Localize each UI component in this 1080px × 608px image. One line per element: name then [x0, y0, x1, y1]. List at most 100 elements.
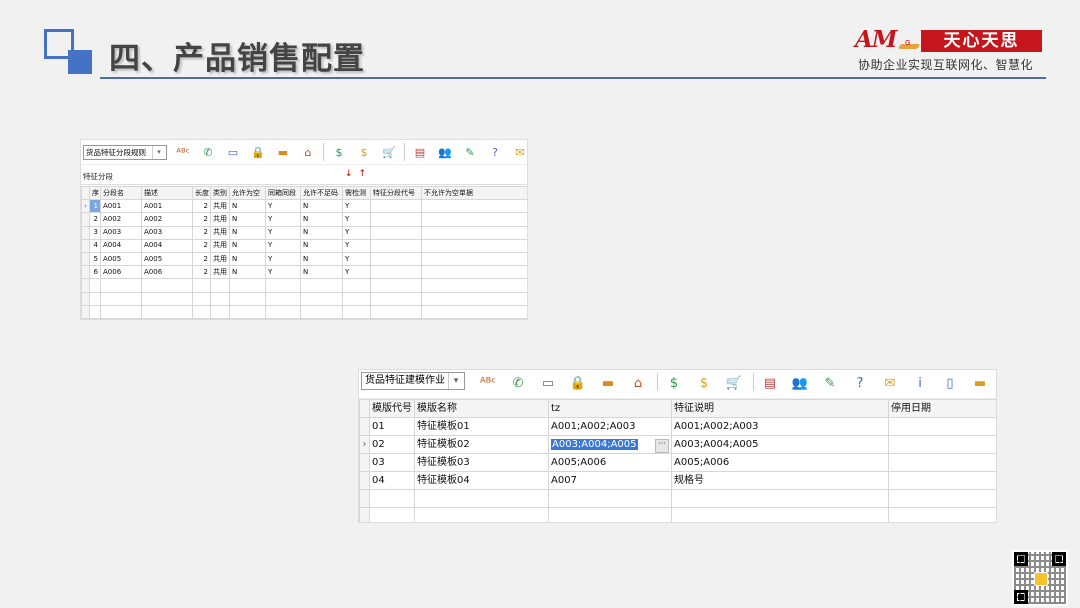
table-cell[interactable] — [370, 199, 422, 214]
table-cell[interactable]: A001 — [100, 199, 142, 214]
table-row[interactable]: › 02 特征模板02 ··· A003;A004;A005 A003;A004;A005 — [359, 435, 996, 454]
row-indicator[interactable] — [81, 265, 90, 280]
table-cell[interactable] — [210, 278, 230, 293]
table-cell[interactable] — [421, 278, 527, 293]
table-cell[interactable] — [369, 507, 415, 522]
table-cell[interactable] — [370, 212, 422, 227]
report-icon[interactable]: ▤ — [759, 372, 781, 394]
table-cell[interactable] — [100, 278, 142, 293]
table-cell[interactable]: A004 — [141, 238, 193, 253]
row-indicator[interactable] — [359, 453, 370, 472]
table-cell[interactable]: N — [229, 238, 266, 253]
table-cell[interactable] — [888, 435, 996, 454]
dollar-icon[interactable]: $ — [329, 142, 349, 162]
column-header[interactable]: 模版名称 — [414, 399, 549, 418]
table-cell[interactable]: A004 — [100, 238, 142, 253]
table-cell[interactable]: 3 — [89, 225, 101, 240]
column-header[interactable]: 特征分段代号 — [370, 185, 422, 201]
row-indicator[interactable] — [359, 417, 370, 436]
table-cell[interactable]: N — [300, 238, 343, 253]
table-row[interactable]: 01 特征模板01 A001;A002;A003 A001;A002;A003 — [359, 417, 996, 436]
table-cell[interactable] — [229, 304, 266, 319]
table-cell[interactable]: N — [300, 265, 343, 280]
tools-icon[interactable]: ✎ — [819, 372, 841, 394]
column-header[interactable]: 序 — [89, 185, 101, 201]
table-cell[interactable] — [141, 278, 193, 293]
document-icon[interactable]: ▯ — [939, 372, 961, 394]
row-indicator[interactable] — [81, 225, 90, 240]
table-row[interactable]: 4 A004 A004 2 共用 N Y N Y — [81, 238, 527, 253]
briefcase-icon[interactable]: ▬ — [273, 142, 293, 162]
table-cell[interactable]: 共用 — [210, 212, 230, 227]
table-cell[interactable]: 共用 — [210, 238, 230, 253]
column-header[interactable]: 允许为空 — [229, 185, 266, 201]
table-cell[interactable]: 规格号 — [671, 471, 889, 490]
table-cell[interactable]: A006 — [141, 265, 193, 280]
table-cell[interactable]: N — [300, 212, 343, 227]
table-cell[interactable]: 02 — [369, 435, 415, 454]
table-cell[interactable] — [421, 291, 527, 306]
table-cell[interactable] — [370, 265, 422, 280]
table-cell[interactable]: Y — [342, 238, 371, 253]
table-cell[interactable] — [548, 507, 672, 522]
help-icon[interactable]: ? — [849, 372, 871, 394]
table-row[interactable] — [359, 489, 996, 508]
table-row[interactable]: 5 A005 A005 2 共用 N Y N Y — [81, 251, 527, 267]
sort-arrows-icon[interactable]: ↓↑ — [345, 169, 372, 179]
table-cell[interactable]: 特征模板04 — [414, 471, 549, 490]
table-cell[interactable]: 共用 — [210, 265, 230, 280]
table-cell[interactable] — [265, 291, 301, 306]
abc-icon[interactable]: ᴬᴮᶜ — [477, 372, 499, 394]
info-icon[interactable]: i — [909, 372, 931, 394]
table-row[interactable]: › 1 A001 A001 2 共用 N Y N Y — [81, 199, 527, 214]
mail-icon[interactable]: ✉ — [879, 372, 901, 394]
table-cell[interactable]: 2 — [192, 238, 211, 253]
table-cell[interactable]: N — [300, 225, 343, 240]
form-select[interactable]: 货品特征建模作业 ▾ — [361, 372, 465, 390]
table-cell[interactable] — [888, 489, 996, 508]
column-header[interactable]: 长度 — [192, 185, 211, 201]
table-cell[interactable]: A007 — [548, 471, 672, 490]
house-icon[interactable]: ⌂ — [627, 372, 649, 394]
table-cell[interactable]: A003;A004;A005 — [671, 435, 889, 454]
row-indicator[interactable] — [81, 251, 90, 267]
table-row[interactable]: 3 A003 A003 2 共用 N Y N Y — [81, 225, 527, 240]
table-cell[interactable]: A005 — [100, 251, 142, 267]
table-cell[interactable]: Y — [265, 212, 301, 227]
table-cell[interactable]: Y — [265, 265, 301, 280]
help-icon[interactable]: ? — [485, 142, 505, 162]
folder-icon[interactable]: ▬ — [969, 372, 991, 394]
table-cell[interactable]: 共用 — [210, 199, 230, 214]
table-cell[interactable] — [192, 304, 211, 319]
table-cell[interactable]: Y — [342, 251, 371, 267]
table-cell[interactable]: N — [300, 199, 343, 214]
table-row[interactable] — [81, 278, 527, 293]
table-cell[interactable] — [342, 304, 371, 319]
table-cell[interactable] — [342, 291, 371, 306]
table-cell[interactable] — [265, 278, 301, 293]
lock-icon[interactable]: 🔒 — [248, 142, 268, 162]
chevron-down-icon[interactable]: ▾ — [152, 146, 165, 159]
dollar-icon[interactable]: $ — [663, 372, 685, 394]
briefcase-icon[interactable]: ▬ — [597, 372, 619, 394]
table-cell[interactable]: N — [300, 251, 343, 267]
table-cell[interactable]: 2 — [192, 251, 211, 267]
table-cell[interactable]: Y — [342, 265, 371, 280]
table-cell[interactable]: A001;A002;A003 — [548, 417, 672, 436]
row-indicator[interactable] — [81, 238, 90, 253]
column-header[interactable]: 模版代号 — [369, 399, 415, 418]
table-cell[interactable]: A002 — [100, 212, 142, 227]
table-cell[interactable]: 2 — [192, 199, 211, 214]
table-cell[interactable]: A002 — [141, 212, 193, 227]
table-cell[interactable]: 特征模板01 — [414, 417, 549, 436]
table-cell[interactable] — [192, 278, 211, 293]
selected-text[interactable]: A003;A004;A005 — [551, 438, 638, 450]
column-header[interactable]: 分段名 — [100, 185, 142, 201]
table-cell[interactable] — [370, 278, 422, 293]
row-indicator[interactable]: › — [359, 435, 370, 454]
table-cell[interactable] — [370, 251, 422, 267]
tools-icon[interactable]: ✎ — [460, 142, 480, 162]
table-row[interactable]: 04 特征模板04 A007 规格号 — [359, 471, 996, 490]
table-cell[interactable] — [888, 471, 996, 490]
table-row[interactable] — [81, 291, 527, 306]
